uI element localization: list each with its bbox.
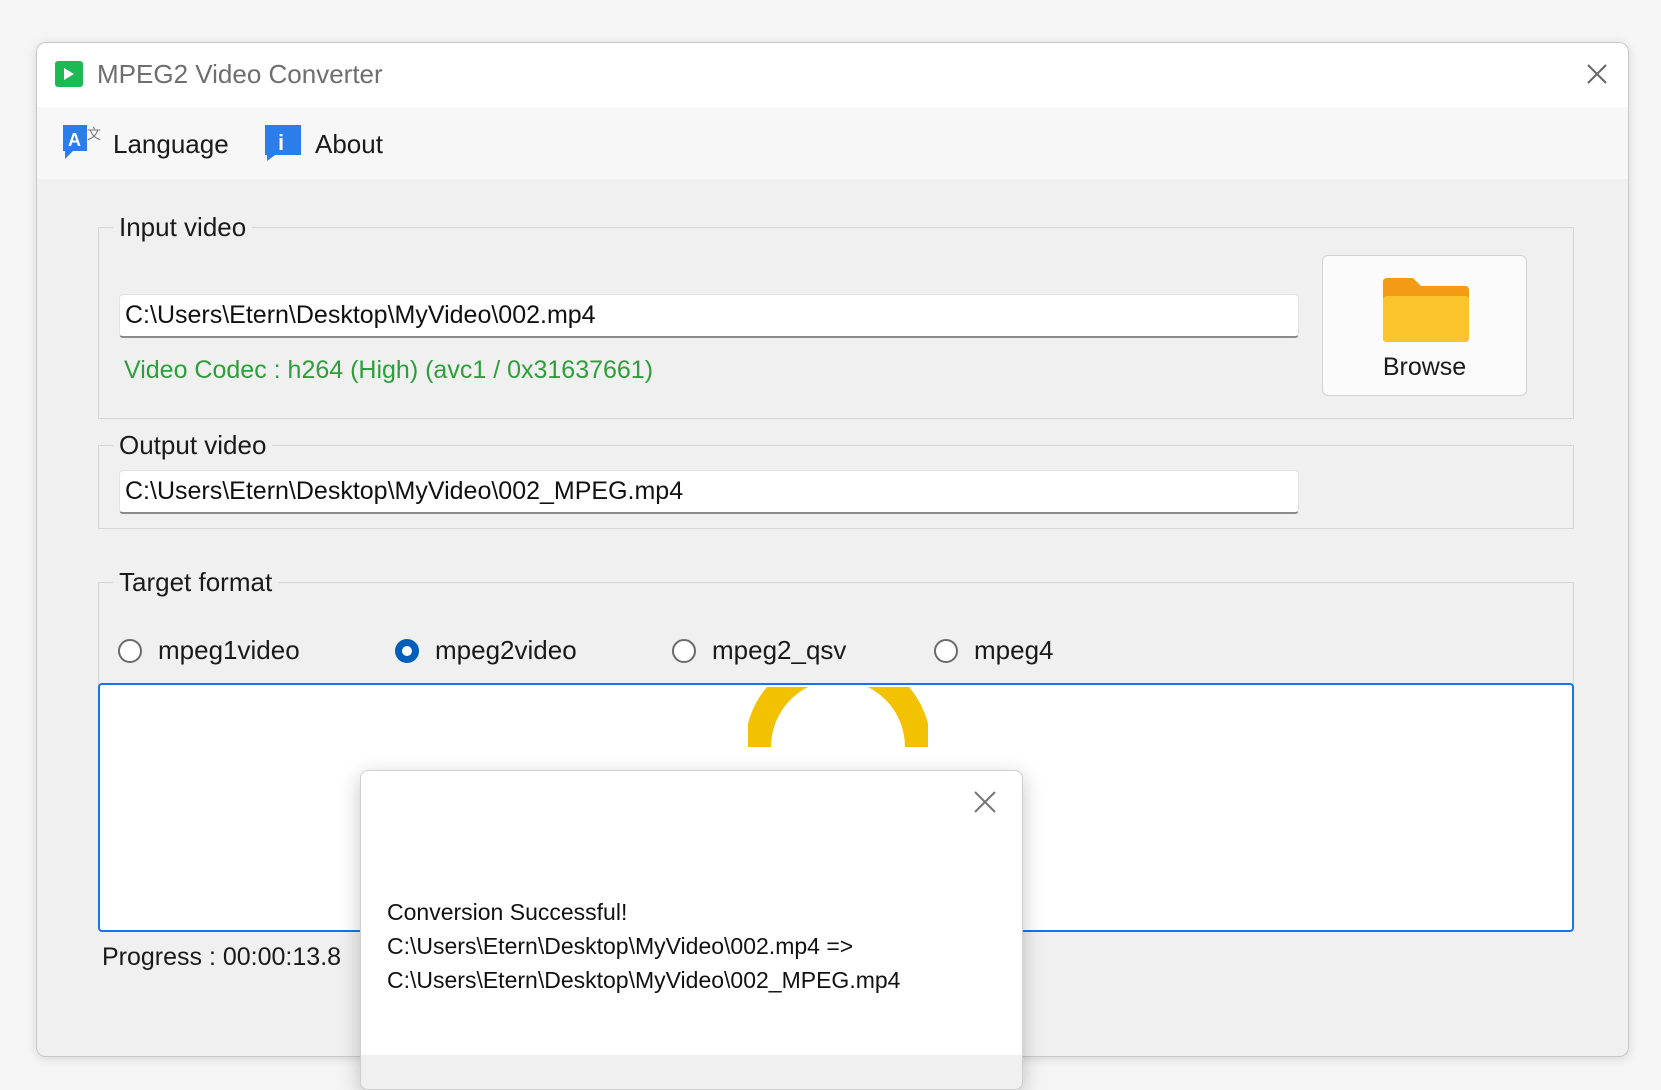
radio-mpeg2qsv-label: mpeg2_qsv (712, 635, 847, 665)
menu-about-label: About (315, 129, 383, 159)
video-codec-info: Video Codec : h264 (High) (avc1 / 0x3163… (124, 356, 654, 384)
browse-button[interactable]: Browse (1322, 255, 1527, 396)
output-path-field[interactable] (119, 470, 1299, 514)
close-icon (1587, 64, 1607, 84)
radio-mpeg2video-label: mpeg2video (435, 635, 577, 665)
radio-circle (672, 639, 696, 663)
input-video-legend: Input video (113, 212, 253, 243)
menu-language[interactable]: A 文 Language (61, 121, 241, 165)
radio-circle (934, 639, 958, 663)
svg-text:i: i (278, 130, 284, 155)
menu-bar: A 文 Language i About (37, 107, 1628, 179)
dialog-close-button[interactable] (972, 789, 998, 815)
success-dialog: Conversion Successful! C:\Users\Etern\De… (360, 770, 1023, 1090)
translate-icon: A 文 (63, 125, 101, 159)
title-bar: MPEG2 Video Converter (37, 43, 1628, 107)
dialog-message-title: Conversion Successful! (387, 899, 628, 925)
dialog-message-source: C:\Users\Etern\Desktop\MyVideo\002.mp4 =… (387, 933, 854, 959)
radio-mpeg1video-label: mpeg1video (158, 635, 300, 665)
svg-text:A: A (68, 130, 81, 150)
menu-about[interactable]: i About (263, 121, 403, 165)
folder-icon (1383, 278, 1469, 342)
radio-circle (118, 639, 142, 663)
window-close-button[interactable] (1580, 57, 1614, 91)
menu-language-label: Language (113, 129, 229, 159)
radio-mpeg4-label: mpeg4 (974, 635, 1054, 665)
info-icon: i (265, 125, 301, 161)
dialog-message-target: C:\Users\Etern\Desktop\MyVideo\002_MPEG.… (387, 967, 901, 993)
window-title: MPEG2 Video Converter (97, 59, 383, 89)
output-video-group: Output video (98, 430, 1574, 529)
output-video-legend: Output video (113, 430, 273, 461)
loading-spinner-icon (748, 687, 928, 747)
dialog-footer (361, 1055, 1022, 1089)
browse-label: Browse (1382, 353, 1467, 381)
progress-text: Progress : 00:00:13.8 (102, 943, 342, 971)
app-logo-icon (55, 61, 83, 87)
input-path-field[interactable] (119, 294, 1299, 338)
svg-text:文: 文 (87, 126, 101, 142)
target-format-legend: Target format (113, 567, 279, 598)
close-icon (974, 791, 996, 813)
radio-circle-checked (395, 639, 419, 663)
